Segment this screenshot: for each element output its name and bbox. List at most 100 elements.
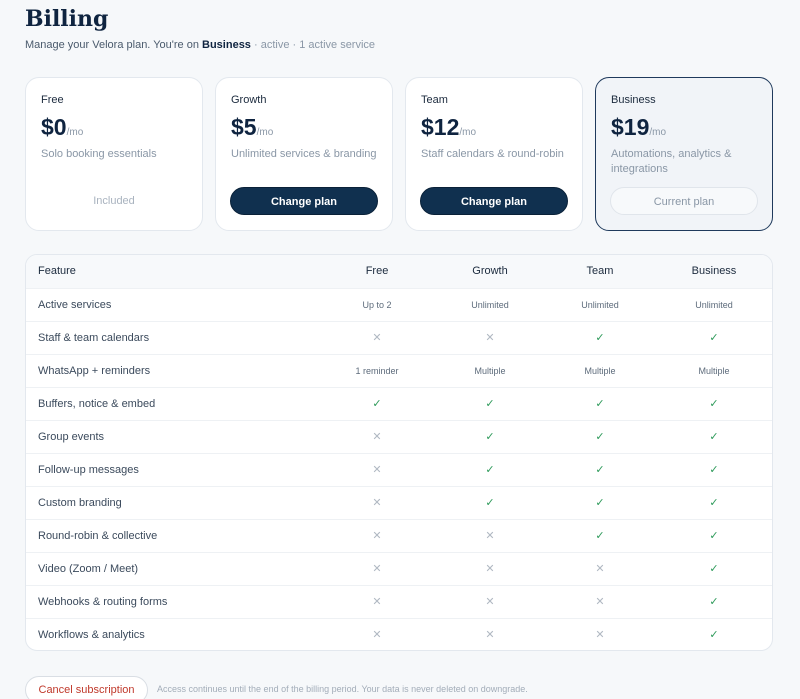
- cross-icon: ✕: [485, 563, 495, 575]
- subtitle-prefix: Manage your Velora plan. You're on: [25, 39, 203, 51]
- table-row: Group events ✕ ✓ ✓ ✓: [26, 420, 772, 453]
- cross-icon: ✕: [485, 629, 495, 641]
- table-row: Follow-up messages ✕ ✓ ✓ ✓: [26, 453, 772, 486]
- table-row: Video (Zoom / Meet) ✕ ✕ ✕ ✓: [26, 552, 772, 585]
- cross-icon: ✕: [372, 431, 382, 443]
- table-row: WhatsApp + reminders 1 reminder Multiple Mu…: [26, 354, 772, 387]
- check-icon: ✓: [709, 398, 719, 410]
- cross-icon: ✕: [595, 629, 605, 641]
- check-icon: ✓: [595, 530, 605, 542]
- check-icon: ✓: [485, 398, 495, 410]
- column-header-feature: Feature: [38, 265, 76, 277]
- plan-price-amount: $12: [421, 114, 460, 140]
- column-header-team: Team: [586, 265, 614, 277]
- cross-icon: ✕: [372, 464, 382, 476]
- plan-description: Staff calendars & round-robin: [421, 148, 564, 160]
- feature-name: Follow-up messages: [38, 464, 139, 476]
- check-icon: ✓: [709, 629, 719, 641]
- feature-comparison-table: Feature Free Growth Team Business Active…: [25, 254, 773, 651]
- plan-card-team: Team $12/mo Staff calendars & round-robi…: [405, 77, 583, 231]
- cross-icon: ✕: [595, 563, 605, 575]
- page-subtitle: Manage your Velora plan. You're on Busin…: [25, 39, 375, 51]
- table-row: Workflows & analytics ✕ ✕ ✕ ✓: [26, 618, 772, 650]
- plan-name: Team: [421, 94, 448, 106]
- table-row: Round-robin & collective ✕ ✕ ✓ ✓: [26, 519, 772, 552]
- check-icon: ✓: [595, 332, 605, 344]
- check-icon: ✓: [709, 332, 719, 344]
- check-icon: ✓: [595, 398, 605, 410]
- check-icon: ✓: [709, 596, 719, 608]
- plan-price-amount: $0: [41, 114, 67, 140]
- feature-name: Staff & team calendars: [38, 332, 150, 344]
- plan-price-period: /mo: [649, 127, 667, 138]
- plan-price-period: /mo: [256, 127, 274, 138]
- cross-icon: ✕: [595, 596, 605, 608]
- plan-price: $5/mo: [231, 114, 273, 141]
- cross-icon: ✕: [372, 497, 382, 509]
- current-plan-button: Current plan: [610, 187, 758, 215]
- plan-description: Unlimited services & branding: [231, 148, 377, 160]
- feature-name: Workflows & analytics: [38, 629, 145, 641]
- plan-card-free: Free $0/mo Solo booking essentials Inclu…: [25, 77, 203, 231]
- feature-name: Video (Zoom / Meet): [38, 563, 139, 575]
- change-plan-button-growth[interactable]: Change plan: [230, 187, 378, 215]
- plan-name: Business: [611, 94, 656, 106]
- plan-price: $12/mo: [421, 114, 476, 141]
- check-icon: ✓: [595, 431, 605, 443]
- check-icon: ✓: [709, 530, 719, 542]
- column-header-business: Business: [691, 265, 737, 277]
- cross-icon: ✕: [485, 596, 495, 608]
- feature-value: Multiple: [584, 366, 616, 376]
- check-icon: ✓: [709, 497, 719, 509]
- feature-name: Active services: [38, 299, 112, 311]
- column-header-free: Free: [365, 265, 389, 277]
- feature-value: Unlimited: [471, 300, 509, 310]
- table-row: Custom branding ✕ ✓ ✓ ✓: [26, 486, 772, 519]
- billing-footnote: Access continues until the end of the bi…: [157, 684, 528, 694]
- cancel-subscription-button[interactable]: Cancel subscription: [25, 676, 148, 699]
- plan-price-period: /mo: [66, 127, 84, 138]
- column-header-growth: Growth: [472, 265, 508, 277]
- cross-icon: ✕: [372, 530, 382, 542]
- feature-name: Group events: [38, 431, 105, 443]
- feature-name: WhatsApp + reminders: [38, 365, 151, 377]
- check-icon: ✓: [485, 464, 495, 476]
- feature-value: Unlimited: [695, 300, 733, 310]
- feature-value: Multiple: [698, 366, 730, 376]
- plan-price: $19/mo: [611, 114, 666, 141]
- cross-icon: ✕: [372, 563, 382, 575]
- plan-price: $0/mo: [41, 114, 83, 141]
- feature-name: Round-robin & collective: [38, 530, 158, 542]
- plan-included-label: Included: [93, 195, 135, 207]
- check-icon: ✓: [485, 497, 495, 509]
- feature-value: Up to 2: [362, 300, 392, 310]
- table-row: Buffers, notice & embed ✓ ✓ ✓ ✓: [26, 387, 772, 420]
- feature-value: Unlimited: [581, 300, 619, 310]
- check-icon: ✓: [709, 464, 719, 476]
- feature-name: Custom branding: [38, 497, 122, 509]
- plan-name: Free: [41, 94, 64, 106]
- current-plan-name: Business: [202, 39, 251, 51]
- cross-icon: ✕: [372, 596, 382, 608]
- subscription-status: · active · 1 active service: [250, 39, 376, 51]
- feature-value: Multiple: [474, 366, 506, 376]
- feature-name: Buffers, notice & embed: [38, 398, 156, 410]
- plan-price-amount: $5: [231, 114, 257, 140]
- page-title: Billing: [25, 6, 109, 32]
- table-row: Webhooks & routing forms ✕ ✕ ✕ ✓: [26, 585, 772, 618]
- change-plan-button-team[interactable]: Change plan: [420, 187, 568, 215]
- check-icon: ✓: [709, 431, 719, 443]
- plan-price-period: /mo: [459, 127, 477, 138]
- cross-icon: ✕: [485, 332, 495, 344]
- feature-value: 1 reminder: [355, 366, 399, 376]
- check-icon: ✓: [372, 398, 382, 410]
- plan-cards: Free $0/mo Solo booking essentials Inclu…: [25, 77, 773, 232]
- plan-card-growth: Growth $5/mo Unlimited services & brandi…: [215, 77, 393, 231]
- plan-card-business: Business $19/mo Automations, analytics &…: [595, 77, 773, 231]
- table-row: Staff & team calendars ✕ ✕ ✓ ✓: [26, 321, 772, 354]
- cross-icon: ✕: [372, 332, 382, 344]
- check-icon: ✓: [595, 497, 605, 509]
- plan-name: Growth: [231, 94, 267, 106]
- plan-price-amount: $19: [611, 114, 650, 140]
- table-row: Active services Up to 2 Unlimited Unlimited…: [26, 288, 772, 321]
